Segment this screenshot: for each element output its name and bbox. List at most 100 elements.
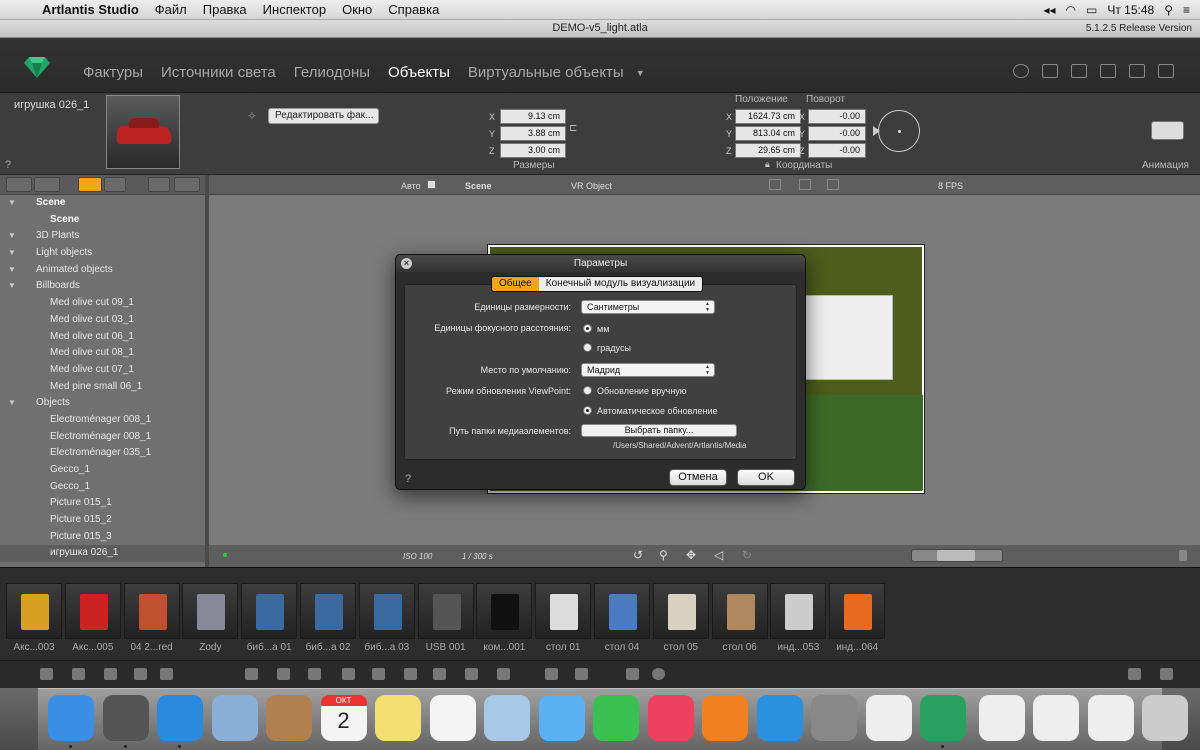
wifi-icon[interactable]: ◠	[1066, 3, 1076, 17]
focal-mm-radio[interactable]	[583, 324, 592, 333]
camera-icon[interactable]	[1100, 64, 1116, 78]
ibooks-icon[interactable]	[702, 695, 748, 741]
tree-item[interactable]: Electroménager 008_1	[0, 412, 205, 429]
timer-icon[interactable]	[1013, 64, 1029, 78]
auto-update-label[interactable]: Автоматическое обновление	[597, 406, 717, 416]
tree-item[interactable]: ▼ Light objects	[0, 245, 205, 262]
position-y-input[interactable]: 813.04 cm	[735, 126, 801, 141]
tree-item[interactable]: Med olive cut 03_1	[0, 312, 205, 329]
battery-icon[interactable]: ▭	[1086, 3, 1097, 17]
remove-button[interactable]	[34, 177, 60, 192]
timeline-thumb[interactable]	[937, 550, 975, 561]
itunes-icon[interactable]	[647, 695, 694, 741]
tab-lights[interactable]: Источники света	[161, 64, 276, 81]
add-object-button[interactable]	[6, 177, 32, 192]
notes-icon[interactable]	[375, 695, 421, 741]
tree-item[interactable]: Gecco_1	[0, 479, 205, 496]
textedit-icon[interactable]	[865, 695, 912, 741]
tree-node-icon[interactable]: ▼	[8, 245, 16, 262]
library-item[interactable]	[123, 583, 180, 639]
windows-icon[interactable]	[1071, 64, 1087, 78]
zoom-icon[interactable]: ⚲	[659, 548, 668, 562]
tree-node-icon[interactable]: ▼	[8, 395, 16, 412]
tab-virtual-objects[interactable]: Виртуальные объекты	[468, 64, 624, 81]
library-item[interactable]	[770, 583, 827, 639]
category-fence-icon[interactable]	[72, 668, 85, 680]
vr-object-selector[interactable]: VR Object	[571, 181, 612, 191]
tab-render-engine[interactable]: Конечный модуль визуализации	[538, 277, 703, 291]
tree-item[interactable]: Picture 015_3	[0, 529, 205, 546]
tree-item[interactable]: Med pine small 06_1	[0, 379, 205, 396]
focal-degrees-label[interactable]: градусы	[597, 343, 631, 353]
rotation-z-input[interactable]: -0.00	[808, 143, 866, 158]
tree-item[interactable]: Electroménager 008_1	[0, 429, 205, 446]
focal-mm-label[interactable]: мм	[597, 324, 609, 334]
category-tree-icon[interactable]	[342, 668, 355, 680]
list-view-button[interactable]	[104, 177, 126, 192]
tree-view-button[interactable]	[78, 177, 102, 192]
lock-icon[interactable]: 🔒︎	[765, 159, 770, 170]
artlantis-icon[interactable]	[920, 695, 966, 741]
menu-edit[interactable]: Правка	[195, 2, 255, 17]
menu-window[interactable]: Окно	[334, 2, 380, 17]
display-icon[interactable]	[1158, 64, 1174, 78]
auto-update-radio[interactable]	[583, 406, 592, 415]
menu-inspector[interactable]: Инспектор	[255, 2, 334, 17]
menu-app-name[interactable]: Artlantis Studio	[34, 2, 147, 17]
library-item[interactable]	[417, 583, 474, 639]
trash-icon[interactable]	[1142, 695, 1188, 741]
layout-2-icon[interactable]	[827, 179, 839, 190]
library-item[interactable]	[64, 583, 121, 639]
eye-icon[interactable]	[174, 177, 200, 192]
library-item[interactable]	[476, 583, 533, 639]
scene-selector[interactable]: Scene	[465, 181, 492, 191]
search-icon[interactable]: ⚲	[1164, 3, 1173, 17]
tree-item[interactable]: ▼ Scene	[0, 195, 205, 212]
tree-item[interactable]: Picture 015_1	[0, 495, 205, 512]
tree-item[interactable]: Med olive cut 09_1	[0, 295, 205, 312]
fps-selector[interactable]: 8 FPS	[938, 181, 963, 191]
tree-node-icon[interactable]: ▼	[8, 278, 16, 295]
tab-textures[interactable]: Фактуры	[83, 64, 143, 81]
library-item[interactable]	[241, 583, 298, 639]
rotation-y-input[interactable]: -0.00	[808, 126, 866, 141]
category-brush-icon[interactable]	[134, 668, 147, 680]
axes-icon[interactable]	[1042, 64, 1058, 78]
tree-item[interactable]: Med olive cut 07_1	[0, 362, 205, 379]
calculator-icon[interactable]	[1128, 668, 1141, 680]
tree-node-icon[interactable]: ▼	[8, 228, 16, 245]
category-person-icon[interactable]	[372, 668, 385, 680]
messages-icon[interactable]	[538, 695, 585, 741]
ok-button[interactable]: OK	[737, 469, 795, 486]
cancel-button[interactable]: Отмена	[669, 469, 727, 486]
category-sofa-icon[interactable]	[245, 668, 258, 680]
position-x-input[interactable]: 1624.73 cm	[735, 109, 801, 124]
size-link-icon[interactable]: ⊏	[569, 123, 577, 134]
units-select[interactable]: Сантиметры	[581, 300, 715, 314]
category-chair-icon[interactable]	[40, 668, 53, 680]
timeline-end-marker[interactable]	[1179, 550, 1187, 561]
object-thumbnail[interactable]	[106, 95, 180, 169]
library-item[interactable]	[652, 583, 709, 639]
safari-icon[interactable]	[157, 695, 203, 741]
library-item[interactable]	[829, 583, 886, 639]
tree-item[interactable]: Scene	[0, 212, 205, 229]
focal-degrees-radio[interactable]	[583, 343, 592, 352]
auto-checkbox[interactable]	[427, 180, 436, 189]
tab-objects[interactable]: Объекты	[388, 64, 450, 81]
layout-1-icon[interactable]	[769, 179, 781, 190]
default-place-select[interactable]: Мадрид	[581, 363, 715, 377]
tabs-dropdown-icon[interactable]: ▼	[636, 68, 645, 81]
launchpad-icon[interactable]	[102, 695, 149, 741]
tree-item[interactable]: Med olive cut 08_1	[0, 345, 205, 362]
tree-item[interactable]: игрушка 026_1	[0, 545, 205, 563]
redo-view-icon[interactable]: ↻	[742, 548, 752, 562]
system-preferences-icon[interactable]	[811, 695, 857, 741]
tree-item[interactable]: Picture 015_2	[0, 512, 205, 529]
manual-update-radio[interactable]	[583, 386, 592, 395]
tree-item[interactable]: ▼ Animated objects	[0, 262, 205, 279]
rotation-x-input[interactable]: -0.00	[808, 109, 866, 124]
help-icon[interactable]: ?	[5, 159, 11, 171]
category-hook-icon[interactable]	[465, 668, 478, 680]
library-item[interactable]	[358, 583, 415, 639]
